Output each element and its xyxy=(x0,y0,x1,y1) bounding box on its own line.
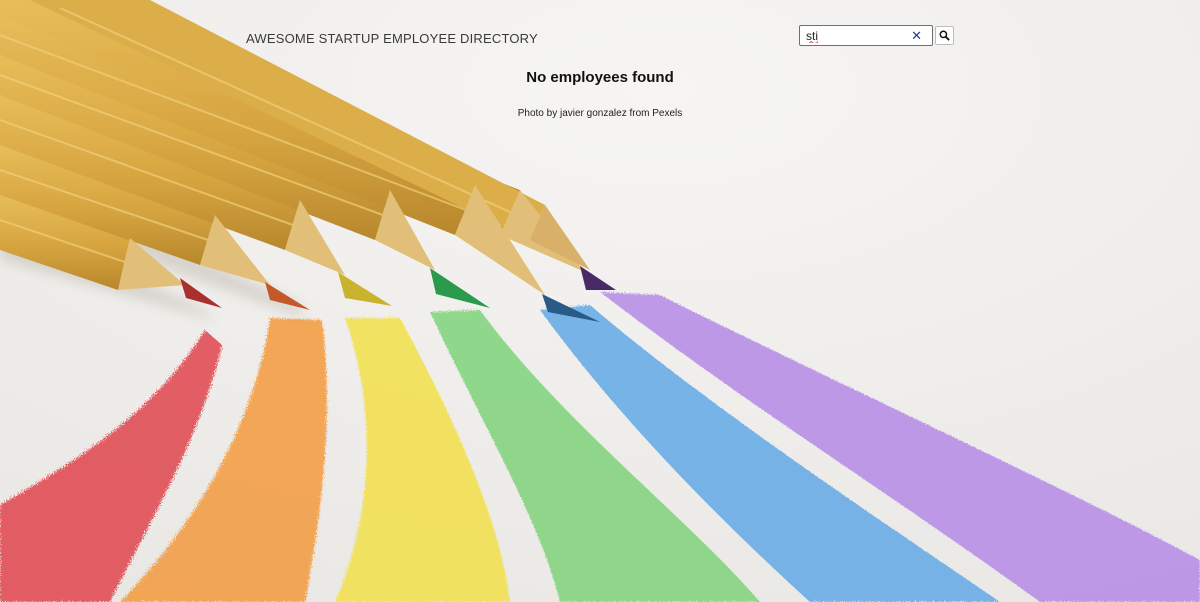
search-input[interactable] xyxy=(806,27,906,44)
photo-credit: Photo by javier gonzalez from Pexels xyxy=(517,108,683,119)
search-button[interactable] xyxy=(935,26,954,45)
search-icon xyxy=(939,30,950,41)
page-title: AWESOME STARTUP EMPLOYEE DIRECTORY xyxy=(246,31,538,46)
header: AWESOME STARTUP EMPLOYEE DIRECTORY ✕ xyxy=(0,0,1200,60)
background-photo xyxy=(0,0,1200,602)
close-icon[interactable]: ✕ xyxy=(911,28,922,44)
search-box: ✕ xyxy=(799,25,933,46)
no-results-message: No employees found xyxy=(526,69,674,86)
